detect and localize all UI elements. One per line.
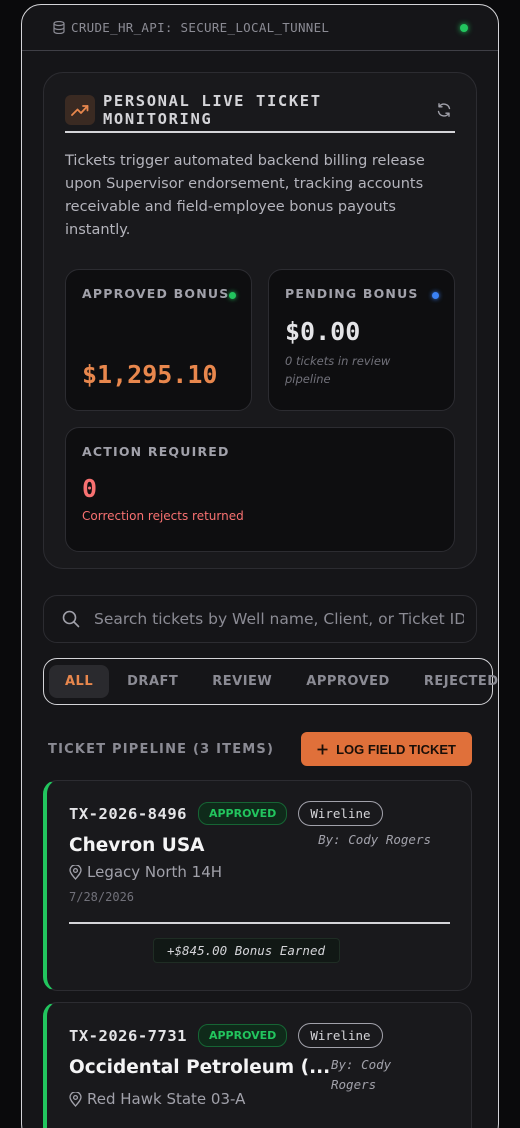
trend-icon <box>65 95 95 125</box>
client-name: Occidental Petroleum (... <box>69 1057 331 1078</box>
tab-all[interactable]: ALL <box>49 665 110 698</box>
refresh-icon[interactable] <box>436 102 452 118</box>
action-required-label: ACTION REQUIRED <box>82 444 230 459</box>
search-bar <box>43 595 477 643</box>
tab-review[interactable]: REVIEW <box>196 665 288 698</box>
approved-bonus-card: APPROVED BONUS $1,295.10 <box>65 269 252 411</box>
search-icon <box>62 610 80 628</box>
author: By: Cody Rogers <box>318 832 431 847</box>
pending-bonus-label: PENDING BONUS <box>285 286 419 301</box>
well-location: Legacy North 14H <box>69 863 451 881</box>
log-field-ticket-button[interactable]: LOG FIELD TICKET <box>301 732 472 766</box>
pipeline-header: TICKET PIPELINE (3 ITEMS) LOG FIELD TICK… <box>48 732 472 766</box>
location-text: Legacy North 14H <box>87 863 223 881</box>
status-tabs: ALL DRAFT REVIEW APPROVED REJECTED <box>43 658 498 705</box>
plus-icon <box>317 744 328 754</box>
action-required-value: 0 <box>82 474 98 503</box>
ticket-id: TX-2026-8496 <box>69 804 187 823</box>
monitoring-panel: PERSONAL LIVE TICKET MONITORING Tickets … <box>43 72 477 569</box>
location-text: Red Hawk State 03-A <box>87 1090 246 1108</box>
ticket-card[interactable]: TX-2026-8496 APPROVED Wireline Chevron U… <box>43 780 472 991</box>
tab-approved[interactable]: APPROVED <box>290 665 406 698</box>
author: By: Cody Rogers <box>331 1057 392 1092</box>
map-pin-icon <box>69 1091 82 1107</box>
tab-draft[interactable]: DRAFT <box>111 665 194 698</box>
service-type-badge: Wireline <box>298 801 383 826</box>
tab-rejected[interactable]: REJECTED <box>408 665 498 698</box>
action-required-sub: Correction rejects returned <box>82 509 244 523</box>
approved-bonus-value: $1,295.10 <box>82 360 218 389</box>
panel-header: PERSONAL LIVE TICKET MONITORING <box>65 92 455 133</box>
status-badge: APPROVED <box>197 1024 288 1047</box>
log-field-ticket-label: LOG FIELD TICKET <box>336 741 456 757</box>
bonus-earned: +$845.00 Bonus Earned <box>152 938 340 963</box>
ticket-card[interactable]: TX-2026-7731 APPROVED Wireline Occidenta… <box>43 1002 472 1128</box>
ticket-id: TX-2026-7731 <box>69 1026 187 1045</box>
pending-bonus-sub: 0 tickets in review pipeline <box>285 354 391 386</box>
panel-title: PERSONAL LIVE TICKET MONITORING <box>103 92 322 128</box>
approved-status-dot <box>229 292 236 299</box>
map-pin-icon <box>69 864 82 880</box>
pending-bonus-card: PENDING BONUS $0.00 0 tickets in review … <box>268 269 455 411</box>
pipeline-label: TICKET PIPELINE (3 ITEMS) <box>48 741 275 757</box>
panel-description: Tickets trigger automated backend billin… <box>65 153 425 238</box>
top-bar: CRUDE_HR_API: SECURE_LOCAL_TUNNEL <box>22 5 498 51</box>
status-badge: APPROVED <box>197 802 288 825</box>
card-divider <box>69 922 450 924</box>
search-input[interactable] <box>94 610 464 628</box>
connection-status-dot <box>460 23 468 32</box>
tunnel-title: CRUDE_HR_API: SECURE_LOCAL_TUNNEL <box>71 20 330 35</box>
app-frame: CRUDE_HR_API: SECURE_LOCAL_TUNNEL PERSON… <box>21 4 499 1128</box>
database-icon <box>53 21 65 34</box>
pending-status-dot <box>432 292 439 299</box>
service-type-badge: Wireline <box>298 1023 383 1048</box>
approved-bonus-label: APPROVED BONUS <box>82 286 230 301</box>
action-required-card: ACTION REQUIRED 0 Correction rejects ret… <box>65 427 455 552</box>
pending-bonus-value: $0.00 <box>285 317 361 346</box>
ticket-date: 7/28/2026 <box>69 890 135 904</box>
